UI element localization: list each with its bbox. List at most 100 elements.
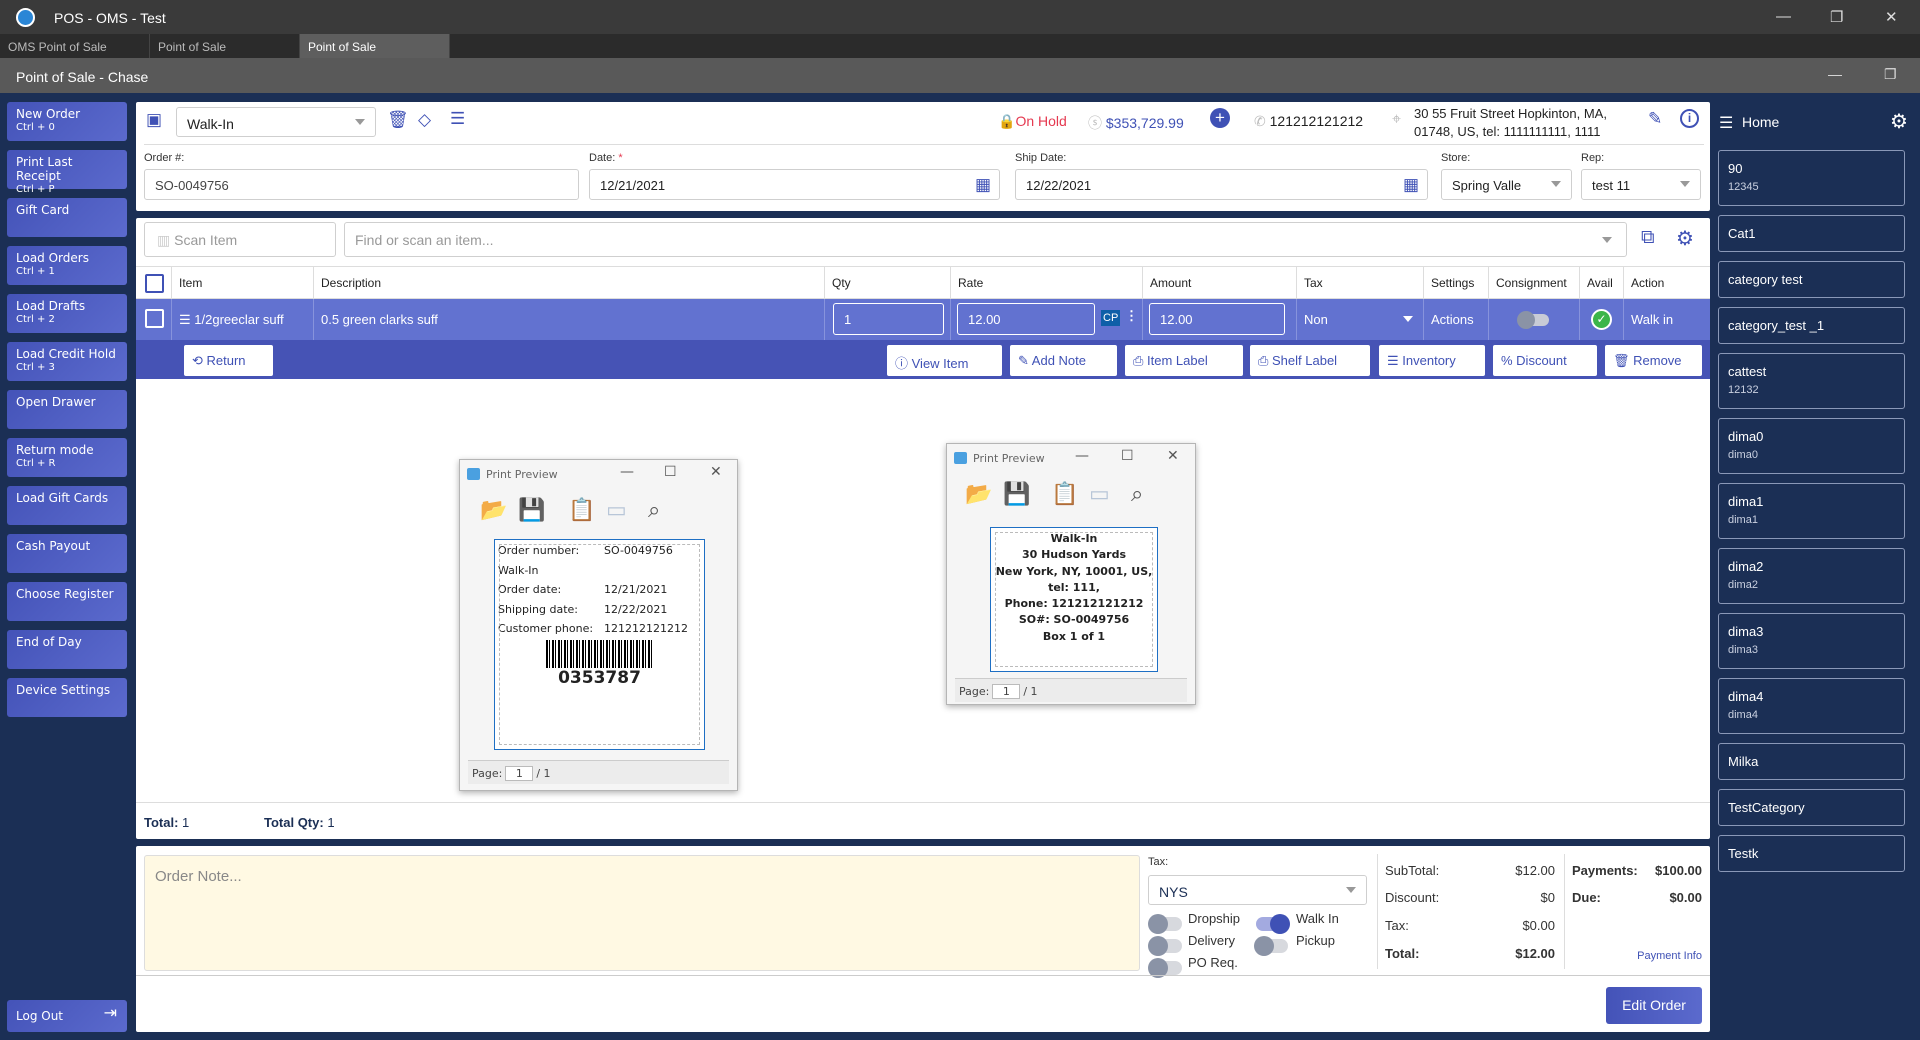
minimize-button[interactable]: — bbox=[1776, 8, 1791, 25]
clipboard-icon[interactable]: 📋 bbox=[568, 498, 595, 523]
date-field[interactable]: 12/21/2021 ▦ bbox=[589, 169, 1000, 200]
order-number-field[interactable]: SO-0049756 bbox=[144, 169, 579, 200]
find-binoculars-icon[interactable]: ⌕ bbox=[1131, 482, 1143, 507]
minimize-inner-button[interactable]: — bbox=[1828, 66, 1842, 82]
payment-info-link[interactable]: Payment Info bbox=[1602, 950, 1702, 962]
logout-button[interactable]: Log Out ⇥ bbox=[7, 1000, 127, 1032]
category-tile[interactable]: dima3 dima3 bbox=[1718, 613, 1905, 669]
restore-inner-button[interactable]: ❐ bbox=[1884, 66, 1897, 83]
sidebar-item-load-orders[interactable]: Load Orders Ctrl + 1 bbox=[7, 246, 127, 285]
category-tile[interactable]: TestCategory bbox=[1718, 789, 1905, 826]
sidebar-item-load-drafts[interactable]: Load Drafts Ctrl + 2 bbox=[7, 294, 127, 333]
receipt-icon[interactable]: ☰ bbox=[450, 109, 465, 129]
customer-icon[interactable]: ▣ bbox=[146, 110, 162, 130]
maximize-button[interactable]: ☐ bbox=[664, 464, 677, 480]
tab-point-of-sale[interactable]: Point of Sale bbox=[150, 34, 300, 58]
find-item-input[interactable]: Find or scan an item... bbox=[344, 222, 1627, 257]
save-icon[interactable]: 💾 bbox=[1003, 482, 1030, 507]
category-tile[interactable]: category test bbox=[1718, 261, 1905, 298]
col-tax[interactable]: Tax bbox=[1297, 267, 1424, 299]
col-avail[interactable]: Avail bbox=[1580, 267, 1624, 299]
row-actions-link[interactable]: Actions bbox=[1424, 299, 1489, 340]
rep-select[interactable]: test 11 bbox=[1581, 169, 1701, 200]
col-amount[interactable]: Amount bbox=[1143, 267, 1297, 299]
sidebar-item-choose-register[interactable]: Choose Register bbox=[7, 582, 127, 621]
tab-point-of-sale-active[interactable]: Point of Sale bbox=[300, 34, 450, 58]
store-select[interactable]: Spring Valle bbox=[1441, 169, 1572, 200]
sidebar-item-end-of-day[interactable]: End of Day bbox=[7, 630, 127, 669]
rate-input[interactable]: 12.00 bbox=[957, 303, 1095, 335]
category-tile[interactable]: dima4 dima4 bbox=[1718, 678, 1905, 734]
tax-select[interactable]: Non bbox=[1297, 299, 1424, 340]
page-input[interactable]: 1 bbox=[505, 766, 534, 781]
home-link[interactable]: Home bbox=[1742, 114, 1779, 130]
sidebar-item-cash-payout[interactable]: Cash Payout bbox=[7, 534, 127, 573]
edit-pencil-icon[interactable]: ✎ bbox=[1648, 109, 1662, 129]
tax-select[interactable]: NYS bbox=[1148, 875, 1367, 905]
col-qty[interactable]: Qty bbox=[825, 267, 951, 299]
sidebar-item-device-settings[interactable]: Device Settings bbox=[7, 678, 127, 717]
category-tile[interactable]: cattest 12132 bbox=[1718, 353, 1905, 409]
col-item[interactable]: Item bbox=[172, 267, 314, 299]
row-checkbox[interactable] bbox=[136, 299, 172, 340]
sidebar-item-print-last-receipt[interactable]: Print Last Receipt Ctrl + P bbox=[7, 150, 127, 195]
tab-oms-point-of-sale[interactable]: OMS Point of Sale bbox=[0, 34, 150, 58]
maximize-button[interactable]: ❐ bbox=[1830, 8, 1843, 26]
minimize-button[interactable]: — bbox=[1075, 448, 1089, 464]
ship-date-field[interactable]: 12/22/2021 ▦ bbox=[1015, 169, 1428, 200]
close-button[interactable]: ✕ bbox=[1885, 8, 1898, 26]
pickup-toggle[interactable] bbox=[1254, 936, 1288, 956]
walk-in-toggle[interactable] bbox=[1256, 914, 1290, 934]
add-note-button[interactable]: ✎ Add Note bbox=[1010, 345, 1117, 376]
item-label-button[interactable]: ⎙ Item Label bbox=[1125, 345, 1243, 376]
close-button[interactable]: ✕ bbox=[710, 464, 722, 480]
col-action[interactable]: Action bbox=[1624, 267, 1710, 299]
category-tile[interactable]: category_test _1 bbox=[1718, 307, 1905, 344]
open-folder-icon[interactable]: 📂 bbox=[965, 482, 992, 507]
sidebar-item-load-gift-cards[interactable]: Load Gift Cards bbox=[7, 486, 127, 525]
info-icon[interactable]: i bbox=[1680, 109, 1699, 128]
sidebar-item-new-order[interactable]: New Order Ctrl + 0 bbox=[7, 102, 127, 141]
maximize-button[interactable]: ☐ bbox=[1121, 448, 1134, 464]
qty-input[interactable]: 1 bbox=[833, 303, 944, 335]
customer-select[interactable]: Walk-In bbox=[176, 107, 376, 137]
more-icon[interactable]: ⋮ bbox=[1125, 308, 1138, 324]
menu-icon[interactable]: ☰ bbox=[1719, 113, 1733, 133]
sidebar-item-gift-card[interactable]: Gift Card bbox=[7, 198, 127, 237]
sidebar-item-load-credit-hold[interactable]: Load Credit Hold Ctrl + 3 bbox=[7, 342, 127, 381]
category-tile[interactable]: Milka bbox=[1718, 743, 1905, 780]
col-rate[interactable]: Rate bbox=[951, 267, 1143, 299]
calendar-icon[interactable]: ▦ bbox=[975, 175, 991, 195]
clipboard-icon[interactable]: 📋 bbox=[1051, 482, 1078, 507]
select-all-checkbox[interactable] bbox=[136, 267, 172, 299]
open-folder-icon[interactable]: 📂 bbox=[480, 498, 507, 523]
page-input[interactable]: 1 bbox=[992, 684, 1021, 699]
edit-order-button[interactable]: Edit Order bbox=[1606, 987, 1702, 1024]
sidebar-item-open-drawer[interactable]: Open Drawer bbox=[7, 390, 127, 429]
category-tile[interactable]: dima2 dima2 bbox=[1718, 548, 1905, 604]
scan-item-input[interactable]: ▥ Scan Item bbox=[144, 222, 336, 257]
sidebar-item-return-mode[interactable]: Return mode Ctrl + R bbox=[7, 438, 127, 477]
calendar-icon[interactable]: ▦ bbox=[1403, 175, 1419, 195]
view-item-button[interactable]: ⓘ View Item bbox=[887, 345, 1002, 376]
consignment-toggle[interactable] bbox=[1489, 299, 1580, 340]
remove-button[interactable]: 🗑 Remove bbox=[1605, 345, 1702, 376]
category-tile[interactable]: dima0 dima0 bbox=[1718, 418, 1905, 474]
category-tile[interactable]: Cat1 bbox=[1718, 215, 1905, 252]
trash-icon[interactable]: 🗑 bbox=[387, 110, 409, 130]
table-row[interactable]: ☰ 1/2greeclar suff 0.5 green clarks suff… bbox=[136, 299, 1710, 340]
category-tile[interactable]: Testk bbox=[1718, 835, 1905, 872]
inventory-button[interactable]: ☰ Inventory bbox=[1379, 345, 1485, 376]
settings-gear-icon[interactable]: ⚙ bbox=[1890, 109, 1908, 134]
col-description[interactable]: Description bbox=[314, 267, 825, 299]
add-item-icon[interactable]: ⧉ bbox=[1641, 227, 1655, 249]
close-button[interactable]: ✕ bbox=[1167, 448, 1179, 464]
tag-icon[interactable]: ◇ bbox=[418, 110, 431, 130]
col-settings[interactable]: Settings bbox=[1424, 267, 1489, 299]
select-icon[interactable]: ▭ bbox=[1089, 482, 1110, 507]
dropship-toggle[interactable] bbox=[1148, 914, 1182, 934]
discount-button[interactable]: % Discount bbox=[1493, 345, 1597, 376]
order-note-input[interactable]: Order Note... bbox=[144, 855, 1140, 971]
add-payment-icon[interactable]: + bbox=[1210, 108, 1230, 128]
col-consignment[interactable]: Consignment bbox=[1489, 267, 1580, 299]
